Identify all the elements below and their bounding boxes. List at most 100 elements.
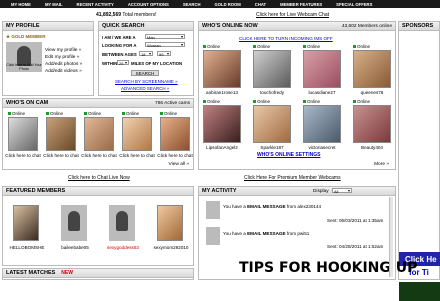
activity-avatar[interactable] (206, 227, 220, 245)
nav-account-options[interactable]: ACCOUNT OPTIONS (121, 2, 176, 7)
member-name[interactable]: touchofredy (249, 90, 295, 95)
more-link[interactable]: More » (374, 162, 389, 167)
cam-photo[interactable] (46, 117, 76, 151)
latest-matches-panel: LATEST MATCHES NEW (2, 268, 194, 280)
view-profile-link[interactable]: View my profile » (45, 47, 82, 54)
member-photo[interactable] (353, 105, 391, 143)
iam-select[interactable]: Man (145, 34, 185, 40)
display-filter: Display All (313, 188, 392, 194)
search-by-screenname-link[interactable]: SEARCH BY SCREENNAME » (115, 79, 178, 84)
top-line: 41,892,569 Total members! Click here for… (0, 10, 440, 18)
activity-scrollbar[interactable] (389, 197, 393, 277)
profile-photo-placeholder[interactable]: Click here to Add Your Photo (6, 42, 42, 72)
featured-photo[interactable] (13, 205, 39, 241)
display-select[interactable]: All (332, 188, 352, 194)
member-name[interactable]: LipsofanAngel2 (199, 145, 245, 150)
featured-photo-placeholder[interactable] (61, 205, 87, 241)
activity-message[interactable]: You have a EMAIL MESSAGE from pwi51 (223, 231, 309, 236)
member-name[interactable]: victoriasecret (299, 145, 345, 150)
nav-chat[interactable]: CHAT (248, 2, 273, 7)
age-from-select[interactable]: 18 (139, 51, 153, 57)
within-select[interactable]: 25 (117, 60, 129, 66)
looking-select[interactable]: Woman (145, 42, 185, 48)
featured-photo-placeholder[interactable] (109, 205, 135, 241)
chat-link[interactable]: Click here to chat (41, 153, 81, 158)
premium-webcams-link[interactable]: Click Here For Premium Member Webcams (244, 175, 341, 181)
panel-title: FEATURED MEMBERS (6, 188, 66, 194)
view-all-link[interactable]: View all » (169, 162, 189, 167)
nav-my-mail[interactable]: MY MAIL (38, 2, 70, 7)
nav-member-features[interactable]: MEMBER FEATURES (273, 2, 329, 7)
search-button[interactable]: SEARCH (131, 70, 159, 76)
panel-title: WHO'S ONLINE NOW (202, 23, 258, 29)
quick-search-panel: QUICK SEARCH I AM / WE ARE A Man LOOKING… (98, 21, 194, 96)
nav-search[interactable]: SEARCH (176, 2, 208, 7)
nav-special-offers[interactable]: SPECIAL OFFERS (329, 2, 379, 7)
online-status: Online (160, 111, 177, 116)
gold-member-label: GOLD MEMBER (11, 34, 46, 39)
panel-header: WHO'S ON CAM 766 Active cams (3, 99, 193, 108)
cam-photo[interactable] (160, 117, 190, 151)
within-label: WITHIN (102, 61, 118, 66)
member-photo[interactable] (303, 50, 341, 88)
member-photo[interactable] (253, 105, 291, 143)
activity-sent: Sent: 05/03/2011 at 1:35am (327, 218, 384, 223)
featured-name[interactable]: HELLOBOMSHE (5, 245, 49, 250)
profile-links: View my profile » Edit my profile » Add/… (45, 47, 82, 75)
gold-member-badge: ★ GOLD MEMBER (6, 34, 46, 40)
member-name[interactable]: queenes76 (349, 90, 395, 95)
featured-name[interactable]: sexymom292010 (149, 245, 193, 250)
advanced-search-link[interactable]: ADVANCED SEARCH » (121, 86, 169, 91)
panel-header: MY PROFILE (3, 22, 93, 31)
edit-profile-link[interactable]: Edit my profile » (45, 54, 82, 61)
webcam-chat-link[interactable]: Click here for Live Webcam Chat (256, 12, 329, 18)
cam-photo[interactable] (84, 117, 114, 151)
chat-live-link[interactable]: Click here to Chat Live Now (68, 175, 130, 181)
activity-from: from pwi51 (285, 231, 310, 236)
member-name[interactable]: lucasdiane27 (299, 90, 345, 95)
activity-message[interactable]: You have a EMAIL MESSAGE from alex230144 (223, 204, 321, 209)
silhouette-icon (68, 211, 80, 231)
cam-photo[interactable] (122, 117, 152, 151)
chat-link[interactable]: Click here to chat (79, 153, 119, 158)
cam-count-value: 766 (155, 100, 164, 106)
member-photo[interactable] (203, 105, 241, 143)
featured-name[interactable]: baileebabe05 (53, 245, 97, 250)
member-photo[interactable] (203, 50, 241, 88)
age-to-select[interactable]: 99 (157, 51, 171, 57)
cam-photo[interactable] (8, 117, 38, 151)
member-photo[interactable] (303, 105, 341, 143)
display-label: Display (312, 188, 329, 194)
chat-link[interactable]: Click here to chat (3, 153, 43, 158)
iam-label: I AM / WE ARE A (102, 35, 136, 40)
panel-title: WHO'S ON CAM (6, 100, 49, 106)
activity-kind: EMAIL MESSAGE (247, 204, 286, 209)
sponsor-ad-banner[interactable] (399, 282, 440, 301)
turn-ims-off-link[interactable]: CLICK HERE TO TURN INCOMING IMS OFF (239, 36, 333, 41)
featured-members-panel: FEATURED MEMBERS HELLOBOMSHE baileebabe0… (2, 186, 194, 266)
featured-name[interactable]: sexygoddess63 (101, 245, 145, 250)
chat-link[interactable]: Click here to chat (117, 153, 157, 158)
online-count-value: 43,602 (341, 23, 357, 29)
edit-videos-link[interactable]: Add/edit videos » (45, 68, 82, 75)
nav-recent-activity[interactable]: RECENT ACTIVITY (70, 2, 121, 7)
featured-photo[interactable] (157, 205, 183, 241)
nav-my-home[interactable]: MY HOME (4, 2, 38, 7)
chat-link[interactable]: Click here to chat (155, 153, 195, 158)
total-label: Total members! (121, 12, 157, 18)
nav-gold-room[interactable]: GOLD ROOM (208, 2, 248, 7)
activity-avatar[interactable] (206, 201, 220, 219)
gold-star-icon: ★ (6, 34, 11, 39)
member-photo[interactable] (253, 50, 291, 88)
member-photo[interactable] (353, 50, 391, 88)
member-name[interactable]: Beauty404 (349, 145, 395, 150)
edit-photos-link[interactable]: Add/edit photos » (45, 61, 82, 68)
my-profile-panel: MY PROFILE ★ GOLD MEMBER Click here to A… (2, 21, 94, 96)
member-name[interactable]: Sparkle187 (249, 145, 295, 150)
member-name[interactable]: anbiran1rose13 (199, 90, 245, 95)
panel-header: SPONSORS (399, 22, 439, 31)
cam-count: 766 Active cams (155, 101, 190, 106)
online-status: Online (46, 111, 63, 116)
online-status: Online (303, 99, 320, 104)
online-settings-link[interactable]: WHO'S ONLINE SETTINGS (257, 152, 320, 158)
